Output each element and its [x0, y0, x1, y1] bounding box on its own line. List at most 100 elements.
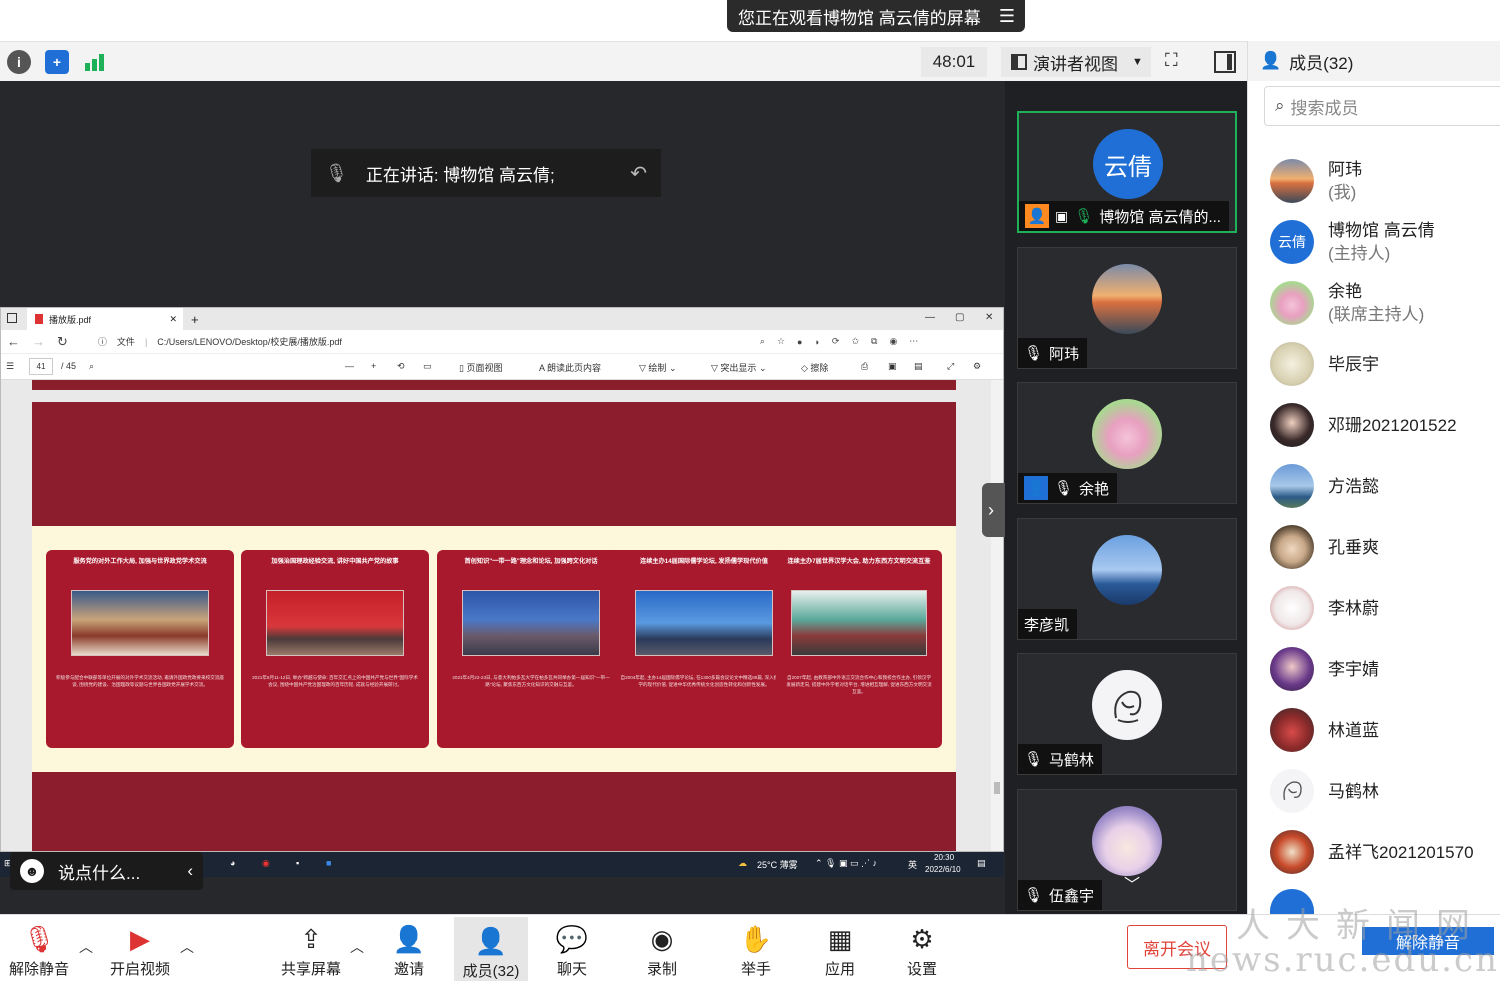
fullscreen-icon[interactable]: ⛶ [1165, 50, 1191, 76]
apps-button[interactable]: ▦ 应用 [822, 919, 858, 979]
raise-hand-button[interactable]: ✋ 举手 [738, 919, 774, 979]
info-icon[interactable]: i [7, 50, 31, 74]
save-icon[interactable]: ▣ [888, 361, 897, 372]
zoom-icon[interactable]: ⌕ [760, 336, 765, 347]
expand-icon[interactable]: ⤢ [947, 361, 954, 372]
video-tile[interactable]: 👤 🎙 余艳 [1017, 382, 1237, 504]
member-row[interactable]: 毕辰宇 [1270, 339, 1500, 389]
start-video-button[interactable]: ▶ 开启视频 [108, 919, 172, 979]
member-row[interactable]: 林道蓝 [1270, 705, 1500, 755]
page-view-button[interactable]: ▯ 页面视图 [459, 361, 502, 374]
info-circle-icon: ⓘ [97, 337, 107, 347]
pdf-tab[interactable]: 播放版.pdf ✕ [27, 308, 183, 330]
search-placeholder: 搜索成员 [1290, 98, 1359, 118]
undo-icon[interactable]: ↶ [630, 161, 647, 186]
avatar [1270, 889, 1314, 914]
chat-button[interactable]: 💬 聊天 [554, 919, 590, 979]
back-icon[interactable]: ← [7, 334, 20, 349]
member-row[interactable]: 云倩 博物馆 高云倩 (主持人) [1270, 217, 1500, 267]
tab-list-icon[interactable] [7, 313, 17, 323]
gear-icon: ⚙ [910, 923, 934, 954]
member-row[interactable]: 李林蔚 [1270, 583, 1500, 633]
settings-button[interactable]: ⚙ 设置 [904, 919, 940, 979]
member-row[interactable]: 邓珊2021201522 [1270, 400, 1500, 450]
slide-card: 首创知识"一带一路"理念和论坛, 加强跨文化对话 2021年4月22-23日, … [437, 550, 625, 748]
draw-button[interactable]: ▽ 绘制 ⌄ [639, 361, 676, 374]
shield-icon[interactable]: + [45, 50, 69, 74]
sync-icon[interactable]: ⟳ [832, 336, 840, 347]
favorites-icon[interactable]: ✩ [851, 336, 859, 347]
close-tab-icon[interactable]: ✕ [169, 314, 177, 325]
refresh-icon[interactable]: ↻ [57, 334, 68, 350]
maximize-icon[interactable]: ▢ [955, 312, 964, 323]
page-number-input[interactable]: 41 [29, 358, 53, 375]
scroll-thumb[interactable] [994, 782, 1000, 794]
video-tile[interactable]: 云倩 👤 ▣ 🎙 博物馆 高云倩的... [1017, 111, 1237, 233]
member-search-input[interactable]: ⌕ 搜索成员 [1264, 86, 1500, 126]
member-row[interactable]: 李宇婧 [1270, 644, 1500, 694]
fit-page-icon[interactable]: ▭ [423, 361, 432, 372]
erase-button[interactable]: ◇ 擦除 [801, 361, 828, 374]
member-row[interactable]: 马鹤林 [1270, 766, 1500, 816]
video-tile[interactable]: 李彦凯 [1017, 518, 1237, 640]
pdf-scrollbar[interactable] [991, 380, 1003, 851]
extension-icon[interactable]: ● [797, 337, 802, 347]
zoom-in-icon[interactable]: + [371, 361, 376, 371]
member-row[interactable]: 孔垂爽 [1270, 522, 1500, 572]
highlight-button[interactable]: ▽ 突出显示 ⌄ [711, 361, 766, 374]
read-aloud-button[interactable]: A 朗读此页内容 [539, 361, 601, 374]
chat-quick-input[interactable]: ☻ 说点什么... ‹ [10, 852, 203, 890]
chevron-down-icon[interactable]: ﹀ [1083, 871, 1181, 894]
member-row[interactable]: 阿玮 (我) [1270, 156, 1500, 206]
member-row[interactable]: 方浩懿 [1270, 461, 1500, 511]
profile-icon[interactable]: ◉ [889, 336, 897, 347]
zoom-out-icon[interactable]: — [345, 361, 354, 371]
more-icon[interactable]: ⋯ [909, 336, 918, 347]
minimize-icon[interactable]: — [925, 312, 935, 323]
unmute-banner-button[interactable]: 解除静音 [1362, 927, 1494, 955]
invite-button[interactable]: 👤 邀请 [390, 919, 428, 979]
speaker-view-dropdown[interactable]: 演讲者视图 ▼ [1001, 47, 1151, 77]
chevron-left-icon[interactable]: ‹ [187, 861, 193, 881]
forward-icon[interactable]: → [32, 334, 45, 349]
chevron-up-icon[interactable]: ︿ [180, 937, 194, 957]
share-banner[interactable]: 您正在观看博物馆 高云倩的屏幕 ☰ [727, 0, 1025, 32]
emoji-icon[interactable]: ☻ [20, 859, 44, 883]
collections-icon[interactable]: ⧉ [871, 336, 877, 347]
unmute-button[interactable]: 🎙 解除静音 [9, 919, 69, 979]
sidebar-toggle-icon[interactable] [1214, 51, 1236, 73]
share-screen-button[interactable]: ⇪ 共享屏幕 [280, 919, 342, 979]
page-total: / 45 [61, 361, 77, 371]
favorite-icon[interactable]: ☆ [777, 336, 785, 347]
chevron-up-icon[interactable]: ︿ [79, 937, 93, 957]
url-field[interactable]: ⓘ 文件 | C:/Users/LENOVO/Desktop/校史展/播放版.p… [88, 333, 748, 351]
video-tile[interactable]: 🎙 马鹤林 [1017, 653, 1237, 775]
chat-icon: 💬 [555, 923, 589, 954]
rotate-icon[interactable]: ⟲ [397, 361, 405, 372]
search-icon[interactable]: ⌕ [89, 361, 94, 372]
pdf-page-area[interactable]: 服务党的对外工作大局, 加强与世界政党学术交流 积极参与配合中联部等单位开展的对… [1, 380, 993, 851]
settings-icon[interactable]: ⚙ [973, 361, 981, 372]
print-icon[interactable]: ⎙ [861, 361, 868, 372]
chat-label: 聊天 [556, 961, 587, 978]
new-tab-icon[interactable]: + [191, 312, 199, 327]
contents-icon[interactable]: ☰ [6, 361, 14, 372]
tray-icons: ⌃ 🎙 ▣ ▭ ⋰ ♪ [815, 858, 877, 868]
shield-extension-icon[interactable]: ◗ [814, 337, 819, 347]
members-button[interactable]: 👤 成员(32) [454, 917, 528, 981]
close-window-icon[interactable]: ✕ [985, 312, 993, 323]
save-as-icon[interactable]: ▤ [914, 361, 923, 372]
card-text: 积极参与配合中联部等单位开展的对外学术交流活动, 邀请外国政党政要来校交流座谈,… [56, 675, 224, 687]
signal-icon[interactable] [83, 50, 107, 74]
menu-icon[interactable]: ☰ [999, 6, 1015, 27]
member-row[interactable]: 孟祥飞2021201570 [1270, 827, 1500, 877]
video-tile[interactable]: 🎙 阿玮 [1017, 247, 1237, 369]
member-name: 方浩懿 [1328, 476, 1379, 496]
cohost-icon: 👤 [1024, 476, 1048, 500]
chevron-up-icon[interactable]: ︿ [350, 937, 364, 957]
member-row[interactable]: 余艳 (联席主持人) [1270, 278, 1500, 328]
leave-meeting-button[interactable]: 离开会议 [1127, 925, 1227, 969]
record-button[interactable]: ◉ 录制 [644, 919, 680, 979]
card-photo [635, 590, 773, 656]
member-name: 林道蓝 [1328, 720, 1379, 740]
